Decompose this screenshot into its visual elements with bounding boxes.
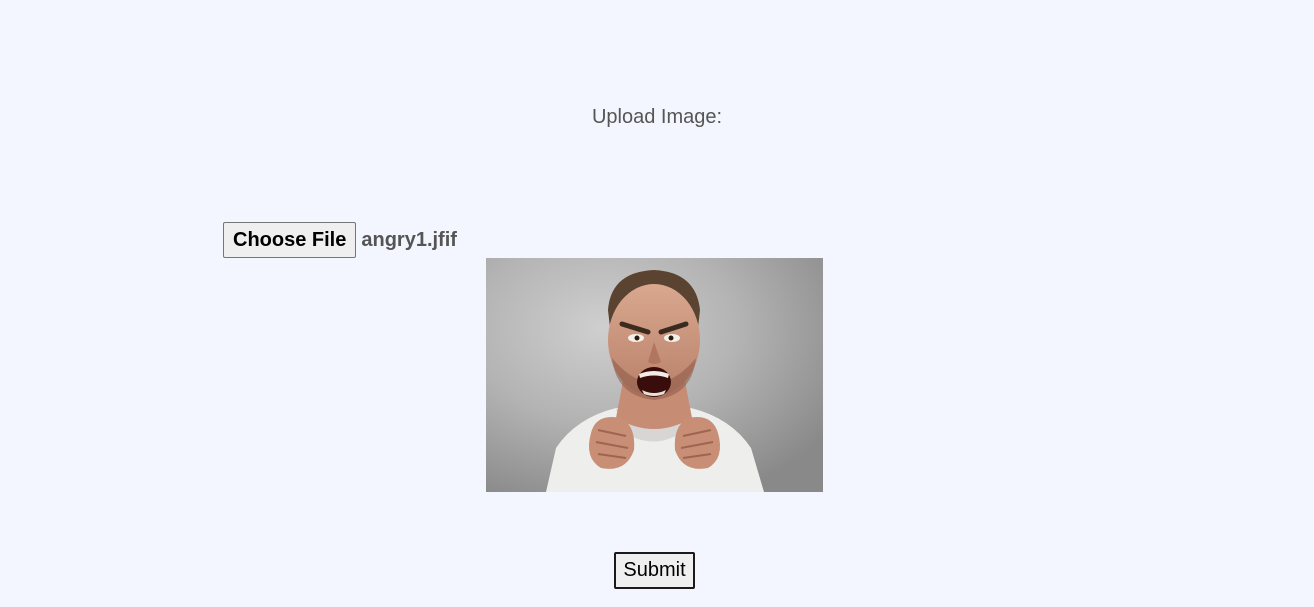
upload-image-label: Upload Image: [591,106,723,128]
selected-file-name: angry1.jfif [361,228,457,251]
angry-man-photo [486,258,823,492]
file-input[interactable]: Choose File angry1.jfif [223,222,457,258]
choose-file-button[interactable]: Choose File [223,222,357,258]
image-preview [486,258,823,492]
submit-button[interactable]: Submit [614,552,695,589]
upload-page: Upload Image: Choose File angry1.jfif Su… [0,0,1314,607]
